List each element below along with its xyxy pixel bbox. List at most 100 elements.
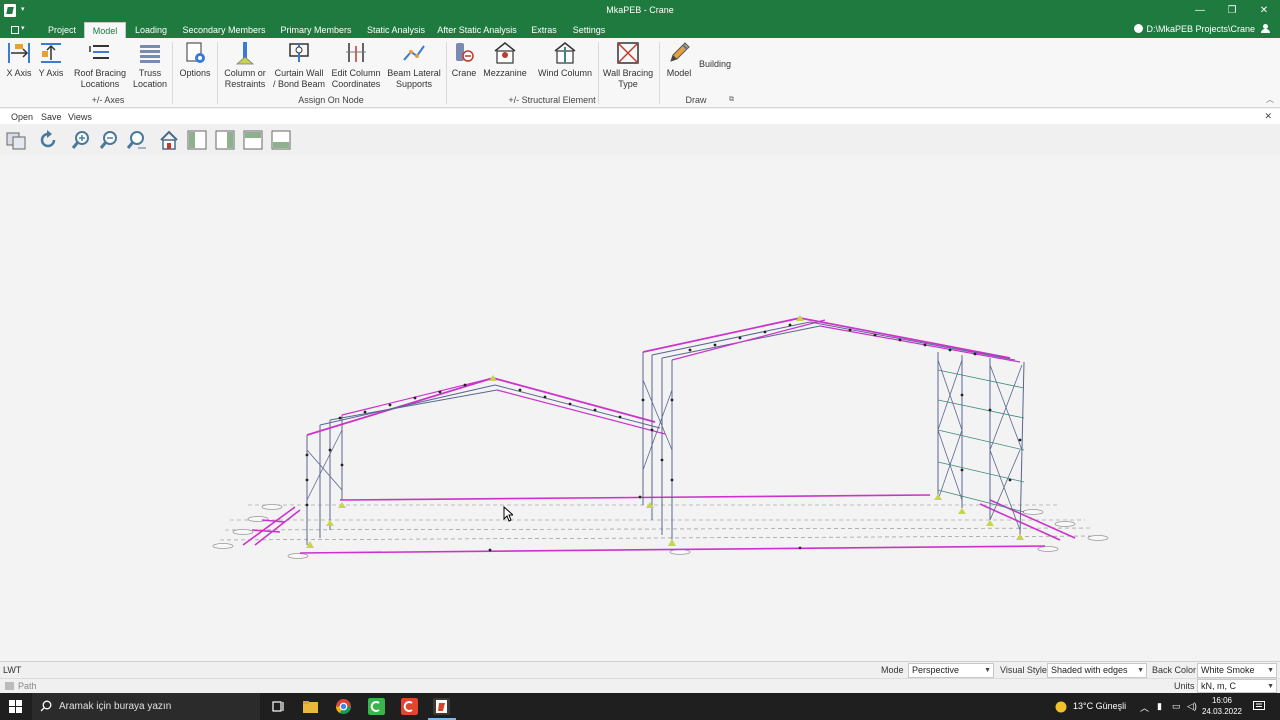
path-label: Path: [18, 681, 37, 691]
group-label-axes: +/- Axes: [91, 95, 125, 105]
curtain-wall-label-1: Curtain Wall: [274, 68, 324, 78]
edit-column-label-2: Coordinates: [331, 79, 381, 89]
mezzanine-button[interactable]: Mezzanine: [482, 40, 528, 92]
y-axis-button[interactable]: Y Axis: [36, 40, 66, 92]
chevron-down-icon: ▼: [1267, 683, 1274, 690]
tab-static-analysis[interactable]: Static Analysis: [362, 22, 430, 38]
mode-select[interactable]: Perspective ▼: [908, 663, 994, 678]
camtasia-green-icon[interactable]: [368, 698, 385, 715]
volume-icon[interactable]: ◁): [1187, 701, 1197, 712]
windows-start-icon[interactable]: [9, 700, 22, 713]
dialog-launcher-icon[interactable]: ⧉: [729, 96, 734, 104]
crane-button[interactable]: Crane: [448, 40, 480, 92]
units-select[interactable]: kN, m, C ▼: [1197, 679, 1277, 693]
options-button[interactable]: Options: [176, 40, 214, 92]
close-panel-icon[interactable]: ✕: [1264, 111, 1272, 122]
copy-view-icon[interactable]: [5, 129, 27, 151]
roof-bracing-icon: [89, 45, 109, 59]
tab-after-static-analysis[interactable]: After Static Analysis: [436, 22, 518, 38]
model-3d-viewport[interactable]: [0, 155, 1280, 661]
menu-open[interactable]: Open: [11, 112, 33, 122]
file-menu-button[interactable]: ▾: [8, 23, 30, 37]
x-axis-button[interactable]: X Axis: [4, 40, 34, 92]
y-axis-label: Y Axis: [38, 68, 64, 78]
camtasia-red-icon[interactable]: [401, 698, 418, 715]
chrome-icon[interactable]: [335, 698, 352, 715]
status-lwt: LWT: [3, 665, 22, 675]
close-button[interactable]: ✕: [1254, 4, 1274, 18]
chevron-down-icon: ▼: [984, 667, 991, 674]
y-axis-icon: [41, 43, 61, 63]
tab-extras[interactable]: Extras: [526, 22, 562, 38]
home-view-icon[interactable]: [158, 129, 180, 151]
zoom-out-icon[interactable]: [98, 129, 120, 151]
menu-save[interactable]: Save: [41, 112, 62, 122]
ribbon-separator: [217, 42, 218, 104]
system-clock[interactable]: 16:06 24.03.2022: [1202, 695, 1242, 717]
group-label-structural-element: +/- Structural Element: [508, 95, 596, 105]
file-explorer-icon[interactable]: [302, 698, 319, 715]
view-toolbar: [0, 126, 1280, 154]
truss-label-1: Truss: [138, 68, 162, 78]
column-restraints-button[interactable]: Column or Restraints: [220, 40, 270, 92]
visual-style-select[interactable]: Shaded with edges ▼: [1047, 663, 1147, 678]
tab-loading[interactable]: Loading: [130, 22, 172, 38]
visual-style-label: Visual Style: [1000, 665, 1047, 675]
back-color-select[interactable]: White Smoke ▼: [1197, 663, 1277, 678]
model-label: Model: [666, 68, 692, 78]
wind-column-icon: [554, 42, 576, 64]
task-view-icon[interactable]: [270, 698, 287, 715]
curtain-wall-bond-beam-button[interactable]: Curtain Wall / Bond Beam: [272, 40, 326, 92]
wall-bracing-label-2: Type: [618, 79, 638, 89]
mkapeb-app-icon[interactable]: [433, 698, 450, 715]
wall-bracing-label-1: Wall Bracing: [602, 68, 654, 78]
roof-bracing-locations-button[interactable]: Roof Bracing Locations: [72, 40, 128, 92]
status-dot-icon: [1134, 24, 1144, 33]
chevron-down-icon: ▼: [1137, 667, 1144, 674]
mezzanine-label: Mezzanine: [483, 68, 527, 78]
mode-label: Mode: [881, 665, 904, 675]
minimize-button[interactable]: —: [1190, 4, 1210, 18]
tab-model[interactable]: Model: [84, 22, 126, 38]
zoom-100-icon[interactable]: [126, 129, 148, 151]
beam-lateral-supports-button[interactable]: Beam Lateral Supports: [386, 40, 442, 92]
menu-views[interactable]: Views: [68, 112, 92, 122]
top-view-icon[interactable]: [242, 129, 264, 151]
tab-settings[interactable]: Settings: [568, 22, 610, 38]
restore-button[interactable]: ❐: [1222, 4, 1242, 18]
user-icon[interactable]: [1261, 24, 1270, 33]
tab-primary-members[interactable]: Primary Members: [276, 22, 356, 38]
model-draw-button[interactable]: Model: [662, 40, 696, 92]
wind-column-button[interactable]: Wind Column: [534, 40, 596, 92]
taskbar-search-box[interactable]: Aramak için buraya yazın: [32, 693, 260, 720]
tab-secondary-members[interactable]: Secondary Members: [178, 22, 270, 38]
ribbon-separator: [446, 42, 447, 104]
column-restraints-icon: [235, 42, 255, 65]
bottom-view-icon[interactable]: [270, 129, 292, 151]
edit-column-coordinates-button[interactable]: Edit Column Coordinates: [328, 40, 384, 92]
notifications-icon[interactable]: [1253, 701, 1265, 712]
wall-bracing-type-button[interactable]: Wall Bracing Type: [600, 40, 656, 92]
curtain-wall-icon: [289, 43, 309, 62]
building-button[interactable]: Building: [696, 59, 734, 73]
tray-chevron-icon[interactable]: ︿: [1140, 701, 1149, 714]
microphone-icon[interactable]: ▮: [1157, 701, 1162, 712]
weather-text[interactable]: 13°C Güneşli: [1073, 701, 1126, 711]
column-label-1: Column or: [224, 68, 266, 78]
ribbon-panel: X Axis Y Axis Roof Bracing Locations Tru…: [0, 38, 1280, 108]
network-icon[interactable]: ▭: [1172, 701, 1181, 712]
group-label-assign-on-node: Assign On Node: [298, 95, 364, 105]
curtain-wall-label-2: / Bond Beam: [272, 79, 326, 89]
tab-project[interactable]: Project: [42, 22, 82, 38]
application-window: ▾ MkaPEB - Crane — ❐ ✕ ▾ Project Model L…: [0, 0, 1280, 720]
right-view-icon[interactable]: [214, 129, 236, 151]
options-gear-icon: [186, 42, 205, 63]
collapse-ribbon-icon[interactable]: ︿: [1266, 94, 1274, 105]
left-view-icon[interactable]: [186, 129, 208, 151]
truss-location-button[interactable]: Truss Location: [130, 40, 170, 92]
refresh-icon[interactable]: [37, 129, 59, 151]
zoom-in-icon[interactable]: [70, 129, 92, 151]
structure-3d-model[interactable]: [0, 155, 1280, 661]
path-icon: [5, 682, 14, 690]
ribbon-tab-bar: ▾ Project Model Loading Secondary Member…: [0, 22, 1280, 38]
